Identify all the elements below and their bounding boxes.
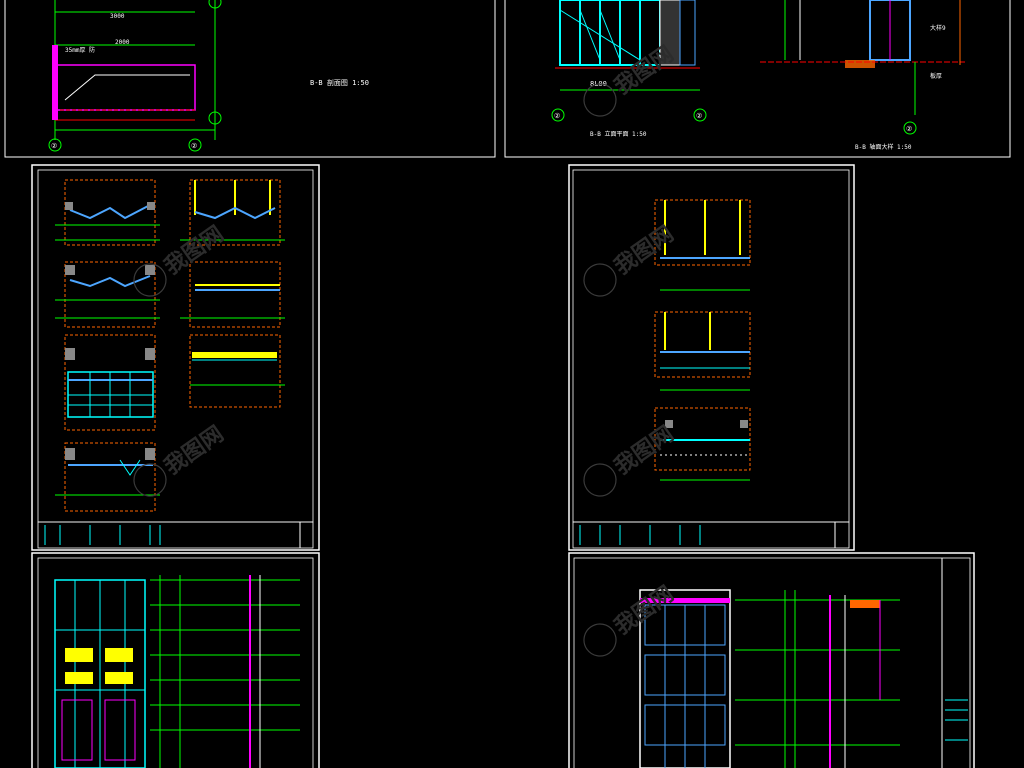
detail-cell <box>189 334 285 408</box>
section-caption: B-B 剖面图 1:50 <box>310 78 369 87</box>
detail-cell <box>55 442 160 512</box>
svg-text:35mm厚 防: 35mm厚 防 <box>65 46 95 54</box>
svg-text:我图网: 我图网 <box>160 422 228 480</box>
detail-cell <box>64 334 156 431</box>
detail-cell <box>55 179 160 246</box>
top-right-elevation-view: 8L00 ② ② B-B 立面平面 1:50 大样9 板厚 ② B-B 轴面大样… <box>504 0 1011 158</box>
watermark-logo-icon: 我图网 <box>583 582 678 657</box>
axis-label: ② <box>554 112 560 120</box>
axis-label: ② <box>51 142 57 150</box>
section-box <box>54 64 196 111</box>
axis-label: ② <box>906 125 912 133</box>
sheet-details-b <box>568 164 855 551</box>
svg-text:我图网: 我图网 <box>610 422 678 480</box>
watermark-logo-icon: 我图网 <box>583 422 678 497</box>
sheet-elevation-c <box>31 552 320 768</box>
axis-label: ② <box>191 142 197 150</box>
title-block <box>572 521 850 549</box>
axis-label: ② <box>696 112 702 120</box>
detail-cell <box>180 261 285 328</box>
svg-text:2000: 2000 <box>115 39 130 46</box>
detail-cell <box>654 311 751 391</box>
svg-text:我图网: 我图网 <box>610 222 678 280</box>
sheet-elevation-d <box>568 552 975 768</box>
elevation-caption: B-B 立面平面 1:50 <box>590 130 647 138</box>
top-left-frame <box>4 0 496 158</box>
svg-text:我图网: 我图网 <box>160 222 228 280</box>
sheet-details-a <box>31 164 320 551</box>
svg-text:板厚: 板厚 <box>930 72 942 80</box>
detail-caption: B-B 轴面大样 1:50 <box>855 143 912 151</box>
top-left-section-view: 35mm厚 防 3000 2000 ② ② B-B 剖面图 1:50 <box>4 0 496 158</box>
cad-drawing-canvas: 35mm厚 防 3000 2000 ② ② B-B 剖面图 1:50 8L00 … <box>4 0 1011 768</box>
svg-text:大样9: 大样9 <box>930 24 946 32</box>
svg-text:3000: 3000 <box>110 13 125 20</box>
title-block <box>37 521 314 549</box>
